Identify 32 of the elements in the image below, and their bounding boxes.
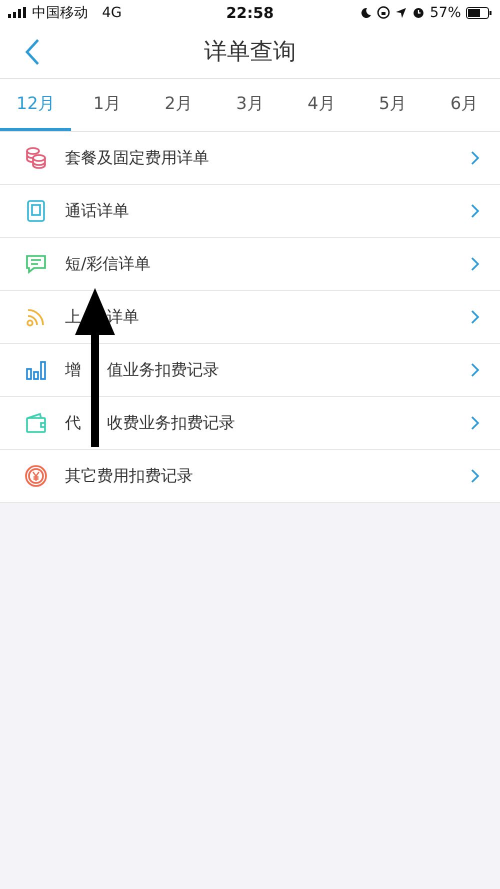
row-label: 上 [65,306,81,328]
list-row[interactable]: 套餐及固定费用详单 [0,132,500,185]
row-label: 套餐及固定费用详单 [65,148,209,168]
chevron-icon [470,362,480,378]
row-label: 收费业务扣费记录 [107,412,235,434]
row-label: 其它费用扣费记录 [65,466,193,486]
page-title: 详单查询 [204,38,296,67]
list-row[interactable]: 其它费用扣费记录 [0,450,500,503]
rotation-lock-icon [376,6,390,19]
row-label: 通话详单 [65,200,129,222]
list-row[interactable]: 短/彩信详单 [0,238,500,291]
chevron-icon [470,415,480,431]
chevron-icon [470,468,480,484]
row-label: 增 [65,360,81,380]
row-label: 短/彩信详单 [65,254,150,274]
battery-percent: 57% [430,4,461,20]
row-label: 代 [65,412,81,434]
location-icon [394,6,407,18]
row-label: 详单 [107,306,139,328]
clock: 22:58 [226,4,274,22]
chevron-icon [470,309,480,325]
network-type: 4G [102,4,122,20]
list-row[interactable]: 通话详单 [0,185,500,238]
moon-icon [360,6,372,18]
carrier-name: 中国移动 [32,4,88,22]
chevron-icon [470,203,480,219]
signal-icon [8,7,28,18]
row-label: 值业务扣费记录 [107,360,219,380]
alarm-icon [412,6,425,19]
chevron-icon [470,150,480,166]
battery-icon [466,6,492,18]
chevron-icon [470,256,480,272]
